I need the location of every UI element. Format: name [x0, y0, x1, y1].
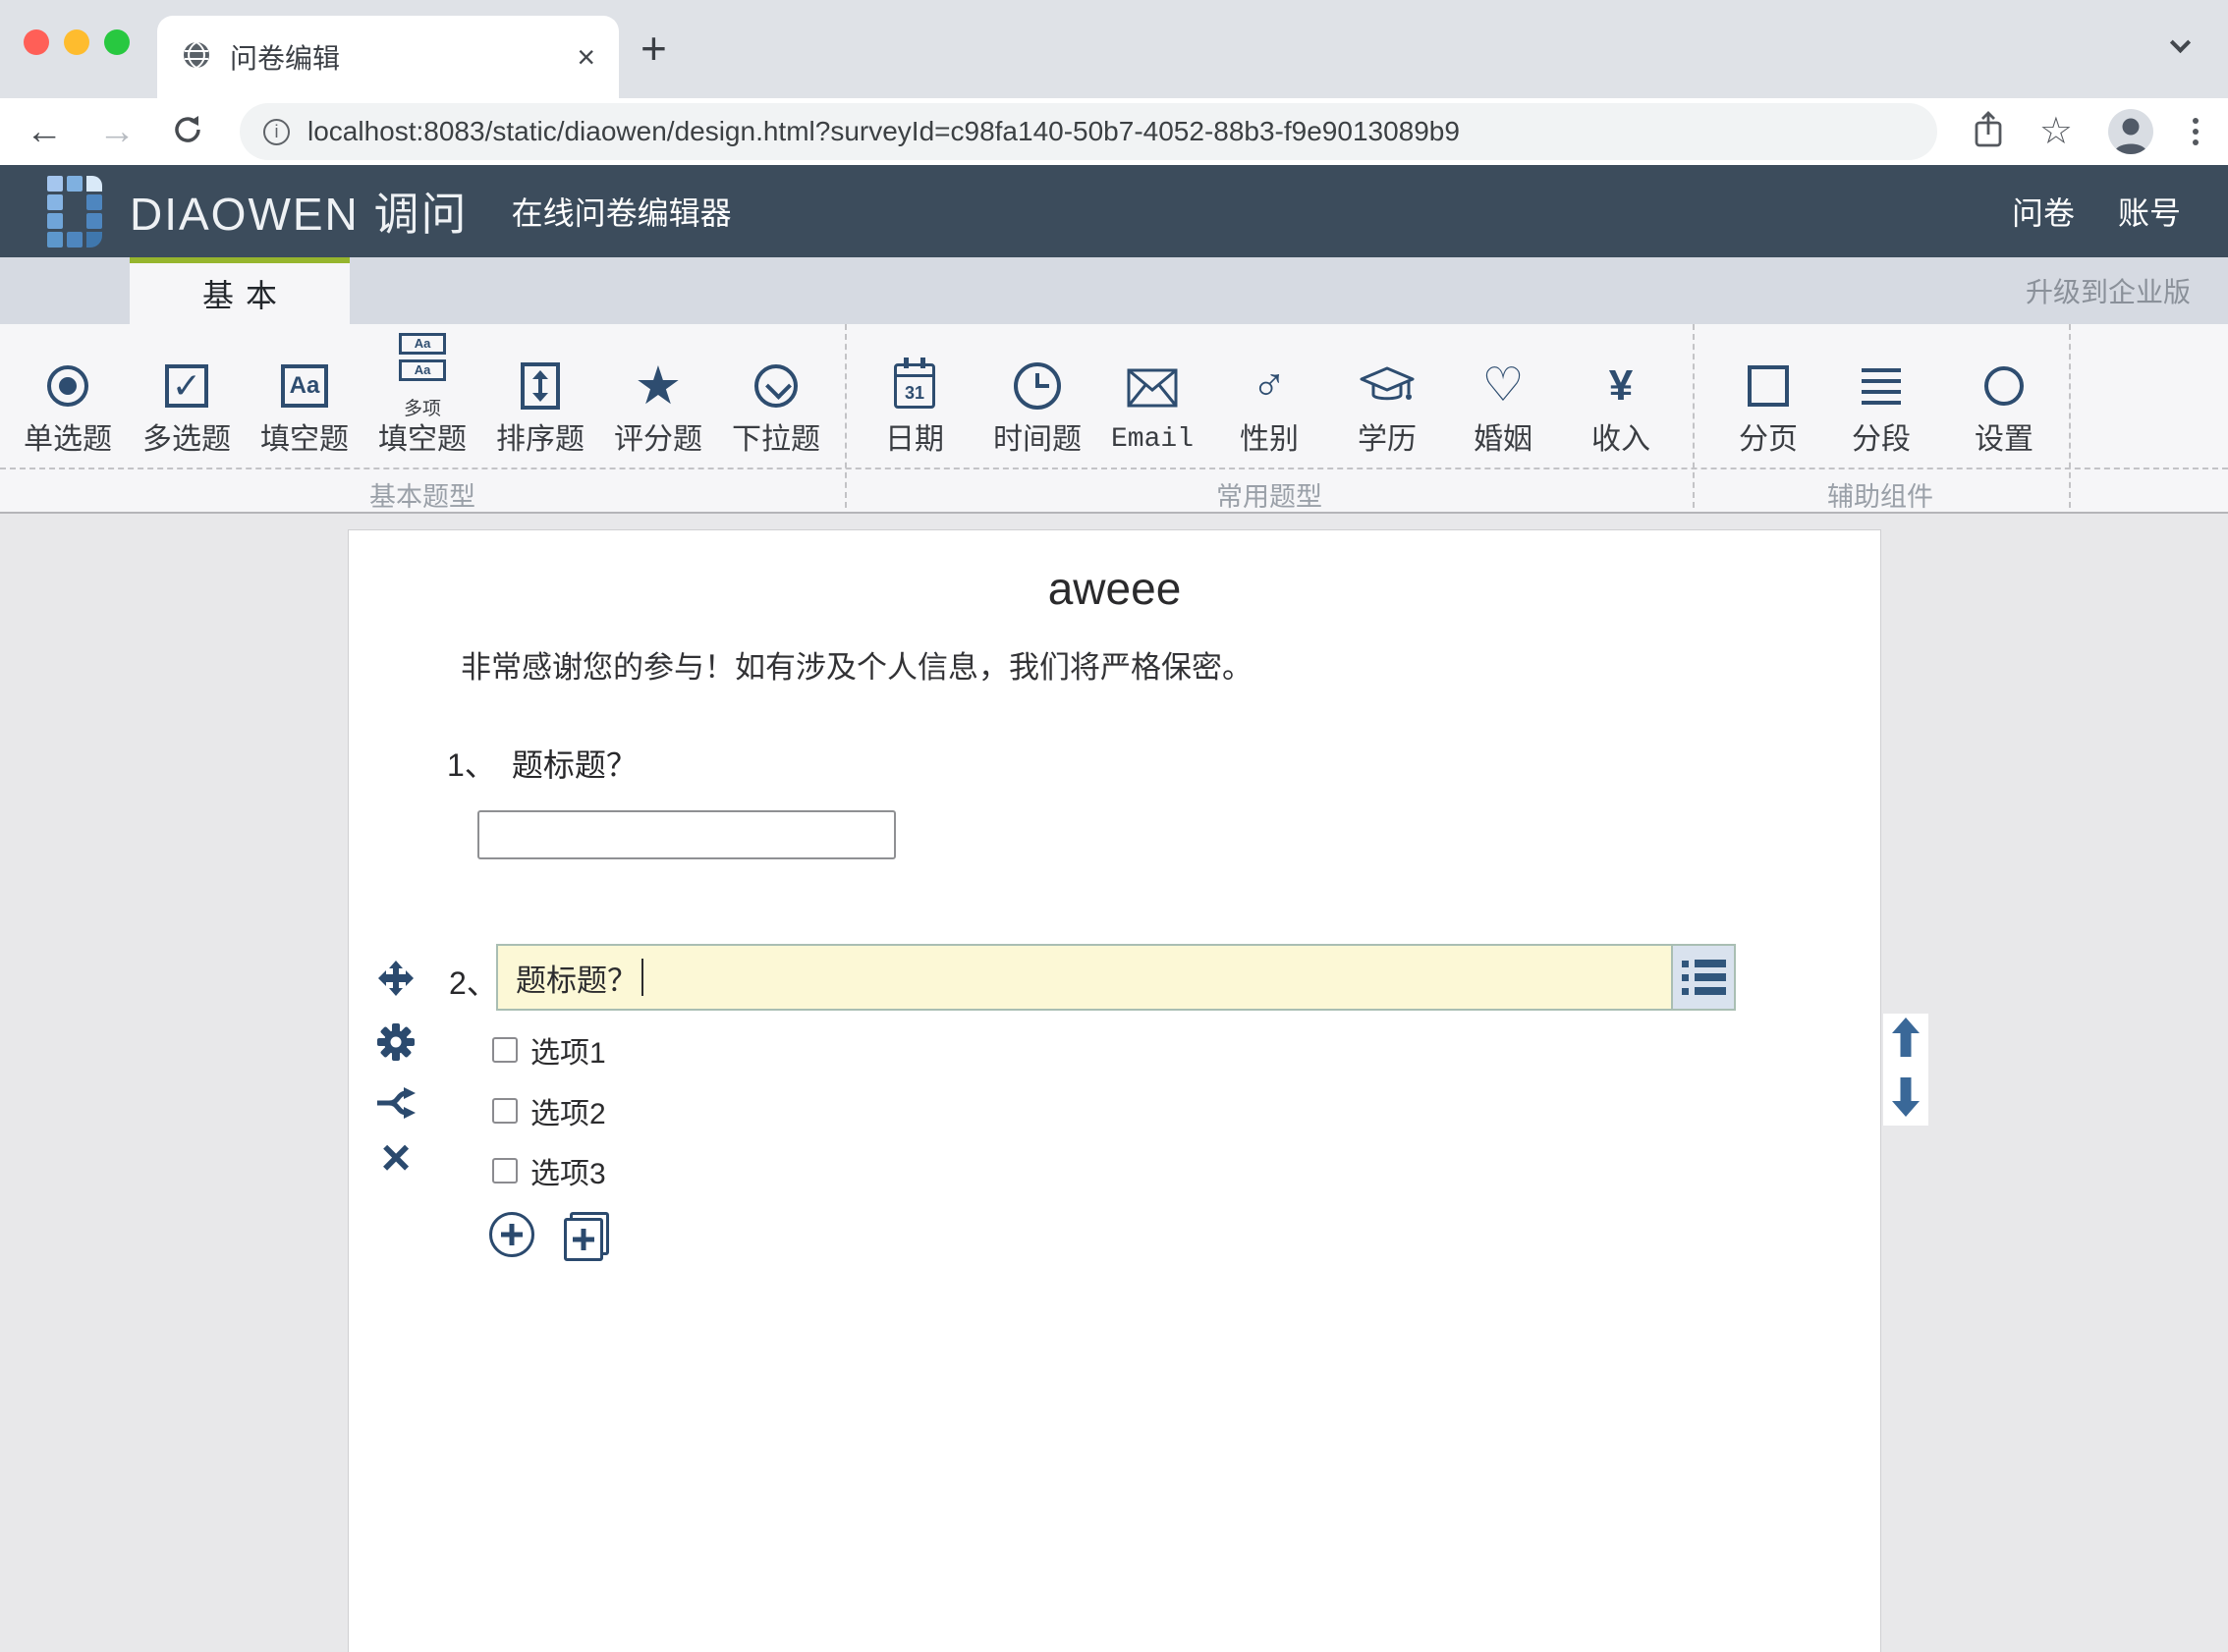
rating-star-icon: ★ — [635, 358, 682, 414]
gear-icon[interactable] — [374, 1020, 418, 1064]
caption-common-types: 常用题型 — [1122, 475, 1417, 514]
multi-fill-blank-icon: AaAa — [399, 328, 446, 385]
caption-auxiliary: 辅助组件 — [1733, 475, 2028, 514]
question-1-title[interactable]: 1、 题标题？ — [447, 741, 638, 786]
email-icon — [1127, 359, 1178, 416]
upgrade-link[interactable]: 升级到企业版 — [2026, 257, 2191, 324]
globe-icon — [181, 39, 212, 76]
settings-icon — [1984, 358, 2024, 414]
question-title-text: 题标题？ — [512, 741, 638, 786]
add-option-button[interactable] — [489, 1212, 534, 1257]
new-tab-button[interactable]: + — [641, 22, 667, 75]
income-yen-icon: ¥ — [1609, 358, 1633, 414]
back-icon[interactable]: ← — [26, 113, 63, 150]
tabs-chevron-icon[interactable] — [2165, 35, 2195, 59]
window-zoom-button[interactable] — [104, 29, 130, 55]
option-row[interactable]: 选项2 — [492, 1089, 606, 1132]
tool-settings[interactable]: 设置 — [1921, 324, 2088, 468]
option-label: 选项3 — [530, 1149, 606, 1192]
option-list-button[interactable] — [1671, 944, 1736, 1011]
radio-icon — [47, 358, 88, 414]
question-toolbar: 单选题 ✓ 多选题 Aa 填空题 AaAa 多项 填空题 排序题 ★ 评分题 — [0, 324, 2228, 514]
nav-survey[interactable]: 问卷 — [2012, 189, 2075, 234]
checkbox[interactable] — [492, 1037, 518, 1063]
app-header: DIAOWEN 调问 在线问卷编辑器 问卷 账号 — [0, 165, 2228, 257]
option-list-icon — [1682, 960, 1726, 995]
window-minimize-button[interactable] — [64, 29, 89, 55]
window-close-button[interactable] — [24, 29, 49, 55]
brand-logo — [47, 176, 104, 248]
survey-title[interactable]: aweee — [349, 562, 1880, 615]
question-number: 1、 — [447, 741, 496, 786]
divider — [0, 468, 2228, 469]
section-icon — [1862, 358, 1901, 414]
marriage-heart-icon: ♡ — [1481, 358, 1524, 414]
reload-icon[interactable] — [171, 113, 204, 151]
product-title: 在线问卷编辑器 — [512, 189, 732, 234]
editor-canvas: aweee 非常感谢您的参与！如有涉及个人信息，我们将严格保密。 1、 题标题？… — [0, 514, 2228, 1652]
editor-tab-strip: 基本 升级到企业版 — [0, 257, 2228, 324]
question-1-answer-input[interactable] — [477, 810, 896, 859]
survey-card: aweee 非常感谢您的参与！如有涉及个人信息，我们将严格保密。 1、 题标题？… — [348, 529, 1881, 1652]
sort-icon — [521, 358, 560, 414]
move-down-icon[interactable] — [1892, 1077, 1920, 1122]
option-row[interactable]: 选项1 — [492, 1028, 606, 1072]
info-icon[interactable]: i — [263, 119, 290, 145]
close-icon[interactable]: × — [577, 41, 595, 73]
date-icon: 31 — [894, 358, 935, 414]
browser-tab[interactable]: 问卷编辑 × — [157, 16, 619, 98]
checkbox[interactable] — [492, 1098, 518, 1124]
menu-dots-icon[interactable] — [2189, 114, 2202, 149]
time-icon — [1014, 358, 1061, 414]
browser-tab-bar: 问卷编辑 × + — [0, 0, 2228, 98]
checkbox-icon: ✓ — [165, 358, 208, 414]
question-2-title-input[interactable]: 题标题？ — [496, 944, 1673, 1011]
question-title-text: 题标题？ — [516, 956, 638, 1000]
question-number: 2、 — [449, 959, 498, 1004]
delete-icon[interactable]: × — [374, 1136, 418, 1180]
nav-account[interactable]: 账号 — [2118, 189, 2181, 234]
option-label: 选项1 — [530, 1028, 606, 1072]
checkbox[interactable] — [492, 1158, 518, 1184]
browser-window: 问卷编辑 × + ← → i localhost:8083/static/dia… — [0, 0, 2228, 1652]
tab-title: 问卷编辑 — [230, 37, 577, 77]
survey-description[interactable]: 非常感谢您的参与！如有涉及个人信息，我们将严格保密。 — [461, 642, 1253, 687]
batch-add-option-button[interactable] — [564, 1212, 609, 1261]
browser-toolbar: ← → i localhost:8083/static/diaowen/desi… — [0, 98, 2228, 165]
caption-basic-types: 基本题型 — [275, 475, 570, 514]
move-up-icon[interactable] — [1892, 1018, 1920, 1062]
move-icon[interactable] — [374, 957, 418, 1000]
text-cursor — [641, 959, 643, 996]
forward-icon[interactable]: → — [98, 113, 136, 150]
gender-icon: ♂ — [1252, 358, 1287, 414]
logic-branch-icon[interactable] — [374, 1081, 418, 1125]
option-label: 选项2 — [530, 1089, 606, 1132]
option-row[interactable]: 选项3 — [492, 1149, 606, 1192]
tool-income[interactable]: ¥ 收入 — [1537, 324, 1704, 468]
paging-icon — [1748, 358, 1789, 414]
address-bar[interactable]: i localhost:8083/static/diaowen/design.h… — [240, 103, 1937, 160]
bookmark-star-icon[interactable]: ☆ — [2039, 113, 2073, 150]
share-icon[interactable] — [1973, 110, 2004, 154]
fill-blank-icon: Aa — [281, 358, 328, 414]
dropdown-icon — [754, 358, 798, 414]
question-move-controls — [1883, 1014, 1928, 1126]
education-icon — [1359, 358, 1416, 414]
url-text: localhost:8083/static/diaowen/design.htm… — [307, 116, 1460, 147]
traffic-lights — [24, 29, 130, 55]
profile-avatar[interactable] — [2108, 109, 2153, 154]
tab-basic[interactable]: 基本 — [130, 257, 350, 324]
brand-name: DIAOWEN 调问 — [130, 179, 469, 244]
